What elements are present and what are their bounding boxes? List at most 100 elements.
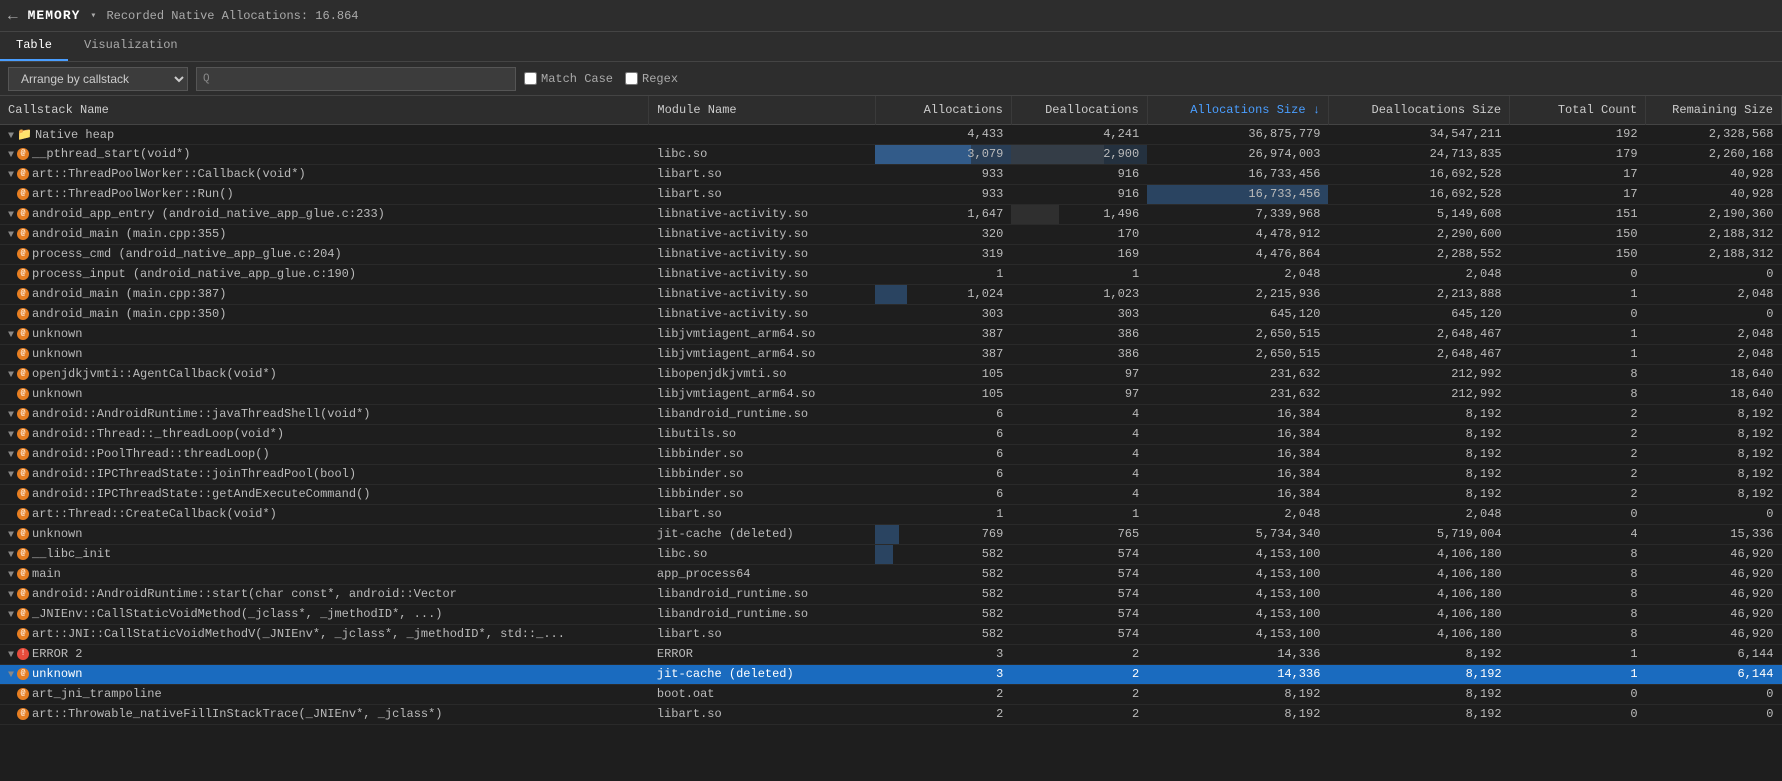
row-deallocations: 574 [1011, 564, 1147, 584]
table-row[interactable]: ▶@unknownlibjvmtiagent_arm64.so10597231,… [0, 384, 1782, 404]
row-deallocations-size: 212,992 [1328, 364, 1509, 384]
table-row[interactable]: ▶@android_main (main.cpp:350)libnative-a… [0, 304, 1782, 324]
func-icon: @ [17, 368, 29, 380]
table-row[interactable]: ▼📁Native heap4,4334,24136,875,77934,547,… [0, 124, 1782, 144]
table-row[interactable]: ▶@art::ThreadPoolWorker::Run()libart.so9… [0, 184, 1782, 204]
expand-icon[interactable]: ▼ [8, 610, 14, 621]
row-name: art::ThreadPoolWorker::Run() [32, 187, 234, 201]
expand-icon[interactable]: ▼ [8, 570, 14, 581]
collapse-icon[interactable]: ▼ [8, 131, 14, 142]
row-allocations-size: 231,632 [1147, 364, 1328, 384]
row-module: libopenjdkjvmti.so [649, 364, 876, 384]
row-allocations: 1 [875, 264, 1011, 284]
recorded-label: Recorded Native Allocations: 16.864 [106, 9, 358, 23]
row-module: ERROR [649, 644, 876, 664]
col-header-module[interactable]: Module Name [649, 96, 876, 124]
row-total-count: 8 [1510, 384, 1646, 404]
row-allocations: 3,079 [875, 144, 1011, 164]
row-allocations: 6 [875, 464, 1011, 484]
table-row[interactable]: ▼@_JNIEnv::CallStaticVoidMethod(_jclass*… [0, 604, 1782, 624]
col-header-deallocations[interactable]: Deallocations [1011, 96, 1147, 124]
match-case-checkbox[interactable] [524, 72, 537, 85]
expand-icon[interactable]: ▼ [8, 330, 14, 341]
func-icon: @ [17, 148, 29, 160]
table-row[interactable]: ▼@android::PoolThread::threadLoop()libbi… [0, 444, 1782, 464]
expand-icon[interactable]: ▼ [8, 590, 14, 601]
table-row[interactable]: ▼@__pthread_start(void*)libc.so3,0792,90… [0, 144, 1782, 164]
table-row[interactable]: ▼@openjdkjvmti::AgentCallback(void*)libo… [0, 364, 1782, 384]
arrange-select[interactable]: Arrange by callstack [8, 67, 188, 91]
table-row[interactable]: ▼@android::AndroidRuntime::start(char co… [0, 584, 1782, 604]
row-name: art_jni_trampoline [32, 687, 162, 701]
col-header-total-count[interactable]: Total Count [1510, 96, 1646, 124]
row-allocations-size: 8,192 [1147, 704, 1328, 724]
expand-icon[interactable]: ▼ [8, 210, 14, 221]
table-row[interactable]: ▼@mainapp_process645825744,153,1004,106,… [0, 564, 1782, 584]
table-row[interactable]: ▼@android_main (main.cpp:355)libnative-a… [0, 224, 1782, 244]
col-header-allocations[interactable]: Allocations [875, 96, 1011, 124]
table-row[interactable]: ▼@unknownjit-cache (deleted)7697655,734,… [0, 524, 1782, 544]
table-row[interactable]: ▶@art::Thread::CreateCallback(void*)liba… [0, 504, 1782, 524]
expand-icon[interactable]: ▼ [8, 470, 14, 481]
col-header-remaining-size[interactable]: Remaining Size [1646, 96, 1782, 124]
expand-icon[interactable]: ▼ [8, 370, 14, 381]
expand-icon[interactable]: ▼ [8, 530, 14, 541]
table-row[interactable]: ▶@art::JNI::CallStaticVoidMethodV(_JNIEn… [0, 624, 1782, 644]
table-row[interactable]: ▼!ERROR 2ERROR3214,3368,19216,144 [0, 644, 1782, 664]
row-total-count: 2 [1510, 464, 1646, 484]
row-name: android_main (main.cpp:387) [32, 287, 226, 301]
expand-icon[interactable]: ▼ [8, 450, 14, 461]
table-container[interactable]: Callstack Name Module Name Allocations D… [0, 96, 1782, 753]
tab-visualization[interactable]: Visualization [68, 32, 194, 61]
search-input[interactable] [214, 72, 509, 86]
row-name: ERROR 2 [32, 647, 82, 661]
table-row[interactable]: ▶@art::Throwable_nativeFillInStackTrace(… [0, 704, 1782, 724]
expand-icon[interactable]: ▼ [8, 430, 14, 441]
table-body: ▼📁Native heap4,4334,24136,875,77934,547,… [0, 124, 1782, 724]
row-remaining-size: 46,920 [1646, 624, 1782, 644]
expand-icon[interactable]: ▼ [8, 230, 14, 241]
col-header-allocations-size[interactable]: Allocations Size ↓ [1147, 96, 1328, 124]
regex-label[interactable]: Regex [625, 72, 678, 86]
row-name: android::PoolThread::threadLoop() [32, 447, 270, 461]
row-deallocations: 574 [1011, 584, 1147, 604]
table-row[interactable]: ▼@android::IPCThreadState::joinThreadPoo… [0, 464, 1782, 484]
tab-table[interactable]: Table [0, 32, 68, 61]
col-header-callstack[interactable]: Callstack Name [0, 96, 649, 124]
row-total-count: 8 [1510, 564, 1646, 584]
table-row[interactable]: ▼@android::AndroidRuntime::javaThreadShe… [0, 404, 1782, 424]
table-row[interactable]: ▼@android_app_entry (android_native_app_… [0, 204, 1782, 224]
expand-icon[interactable]: ▼ [8, 170, 14, 181]
row-remaining-size: 2,048 [1646, 324, 1782, 344]
expand-icon[interactable]: ▼ [8, 650, 14, 661]
table-row[interactable]: ▼@unknownjit-cache (deleted)3214,3368,19… [0, 664, 1782, 684]
table-row[interactable]: ▶@android::IPCThreadState::getAndExecute… [0, 484, 1782, 504]
func-icon: @ [17, 528, 29, 540]
expand-icon[interactable]: ▼ [8, 550, 14, 561]
regex-checkbox[interactable] [625, 72, 638, 85]
table-row[interactable]: ▶@android_main (main.cpp:387)libnative-a… [0, 284, 1782, 304]
table-row[interactable]: ▶@process_cmd (android_native_app_glue.c… [0, 244, 1782, 264]
row-total-count: 0 [1510, 304, 1646, 324]
row-total-count: 8 [1510, 604, 1646, 624]
row-module [649, 124, 876, 144]
table-row[interactable]: ▼@art::ThreadPoolWorker::Callback(void*)… [0, 164, 1782, 184]
row-allocations: 582 [875, 564, 1011, 584]
back-button[interactable]: ← [8, 7, 18, 25]
table-row[interactable]: ▼@__libc_initlibc.so5825744,153,1004,106… [0, 544, 1782, 564]
col-header-deallocations-size[interactable]: Deallocations Size [1328, 96, 1509, 124]
table-row[interactable]: ▶@unknownlibjvmtiagent_arm64.so3873862,6… [0, 344, 1782, 364]
match-case-label[interactable]: Match Case [524, 72, 613, 86]
row-module: libc.so [649, 544, 876, 564]
app-dropdown-icon[interactable]: ▾ [90, 10, 96, 22]
row-name: main [32, 567, 61, 581]
table-row[interactable]: ▶@art_jni_trampolineboot.oat228,1928,192… [0, 684, 1782, 704]
expand-icon[interactable]: ▼ [8, 670, 14, 681]
table-row[interactable]: ▶@process_input (android_native_app_glue… [0, 264, 1782, 284]
expand-icon[interactable]: ▼ [8, 410, 14, 421]
row-allocations: 387 [875, 344, 1011, 364]
row-module: libart.so [649, 184, 876, 204]
table-row[interactable]: ▼@android::Thread::_threadLoop(void*)lib… [0, 424, 1782, 444]
expand-icon[interactable]: ▼ [8, 150, 14, 161]
table-row[interactable]: ▼@unknownlibjvmtiagent_arm64.so3873862,6… [0, 324, 1782, 344]
